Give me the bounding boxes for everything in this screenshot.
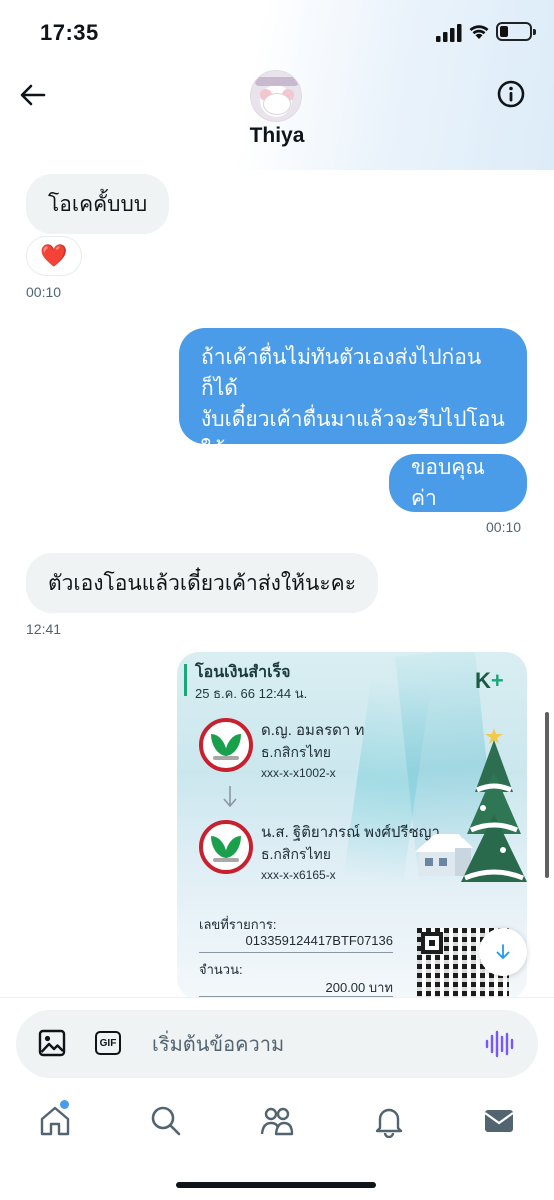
kplus-logo: K+ bbox=[475, 668, 504, 693]
amount-value: 200.00 บาท bbox=[325, 980, 394, 995]
slip-title: โอนเงินสำเร็จ bbox=[195, 664, 291, 681]
ref-divider bbox=[199, 952, 393, 953]
message-text-line: งับเดี๋ยวเค้าตื่นมาแล้วจะรีบไปโอน bbox=[201, 408, 505, 431]
sender-name: ด.ญ. อมลรดา ท bbox=[261, 722, 365, 739]
message-input[interactable] bbox=[152, 1028, 452, 1060]
battery-icon bbox=[496, 22, 536, 41]
slip-datetime: 25 ธ.ค. 66 12:44 น. bbox=[195, 686, 308, 701]
communities-icon[interactable] bbox=[260, 1104, 294, 1138]
wifi-icon bbox=[469, 25, 489, 39]
message-composer: GIF bbox=[16, 1010, 538, 1078]
bell-icon[interactable] bbox=[372, 1104, 406, 1138]
image-icon[interactable] bbox=[38, 1029, 66, 1057]
mail-icon[interactable] bbox=[482, 1104, 516, 1138]
info-icon[interactable] bbox=[496, 79, 526, 109]
message-text: โอเคคั้บบบ bbox=[48, 192, 148, 216]
home-icon[interactable] bbox=[38, 1104, 72, 1138]
receiver-account: xxx-x-x6165-x bbox=[261, 868, 336, 882]
message-text: ขอบคุณค่า bbox=[411, 456, 485, 510]
voice-wave-icon[interactable] bbox=[484, 1030, 516, 1058]
message-bubble-incoming[interactable]: ตัวเองโอนแล้วเดี๋ยวเค้าส่งให้นะคะ bbox=[26, 553, 378, 613]
cellular-signal-icon bbox=[436, 24, 462, 42]
gif-button[interactable]: GIF bbox=[95, 1031, 121, 1055]
heart-reaction-icon: ❤️ bbox=[40, 243, 68, 268]
scrollbar[interactable] bbox=[545, 712, 549, 878]
kbank-logo-icon bbox=[199, 820, 253, 874]
slip-accent-bar bbox=[184, 664, 187, 696]
download-arrow-icon bbox=[496, 944, 510, 959]
back-arrow-icon[interactable] bbox=[18, 80, 48, 110]
message-timestamp: 00:10 bbox=[26, 284, 62, 300]
arrow-down-icon bbox=[223, 786, 237, 808]
kbank-logo-icon bbox=[199, 718, 253, 772]
sender-account: xxx-x-x1002-x bbox=[261, 766, 336, 780]
message-bubble-outgoing[interactable]: ขอบคุณค่า bbox=[389, 454, 527, 512]
avatar[interactable] bbox=[250, 70, 302, 122]
transfer-slip-image[interactable]: โอนเงินสำเร็จ 25 ธ.ค. 66 12:44 น. K+ ด.ญ… bbox=[177, 652, 527, 1000]
receiver-bank: ธ.กสิกรไทย bbox=[261, 846, 331, 862]
ref-value: 013359124417BTF07136 bbox=[245, 933, 393, 948]
status-bar: 17:35 bbox=[0, 0, 554, 66]
message-reaction[interactable]: ❤️ bbox=[26, 236, 82, 276]
sender-bank: ธ.กสิกรไทย bbox=[261, 744, 331, 760]
ref-label: เลขที่รายการ: bbox=[199, 917, 277, 932]
message-text: ตัวเองโอนแล้วเดี๋ยวเค้าส่งให้นะคะ bbox=[48, 571, 356, 595]
message-bubble-outgoing[interactable]: ถ้าเค้าตื่นไม่ทันตัวเองส่งไปก่อนก็ได้ งั… bbox=[179, 328, 527, 462]
christmas-tree-icon bbox=[461, 728, 527, 882]
message-bubble-incoming[interactable]: โอเคคั้บบบ bbox=[26, 174, 170, 234]
contact-name[interactable]: Thiya bbox=[0, 124, 554, 148]
search-icon[interactable] bbox=[149, 1104, 183, 1138]
message-text-line: ถ้าเค้าตื่นไม่ทันตัวเองส่งไปก่อนก็ได้ bbox=[201, 346, 482, 400]
download-button[interactable] bbox=[479, 928, 527, 976]
message-timestamp: 00:10 bbox=[486, 519, 522, 535]
message-timestamp: 12:41 bbox=[26, 621, 62, 637]
home-indicator bbox=[176, 1182, 376, 1188]
status-time: 17:35 bbox=[40, 20, 99, 45]
